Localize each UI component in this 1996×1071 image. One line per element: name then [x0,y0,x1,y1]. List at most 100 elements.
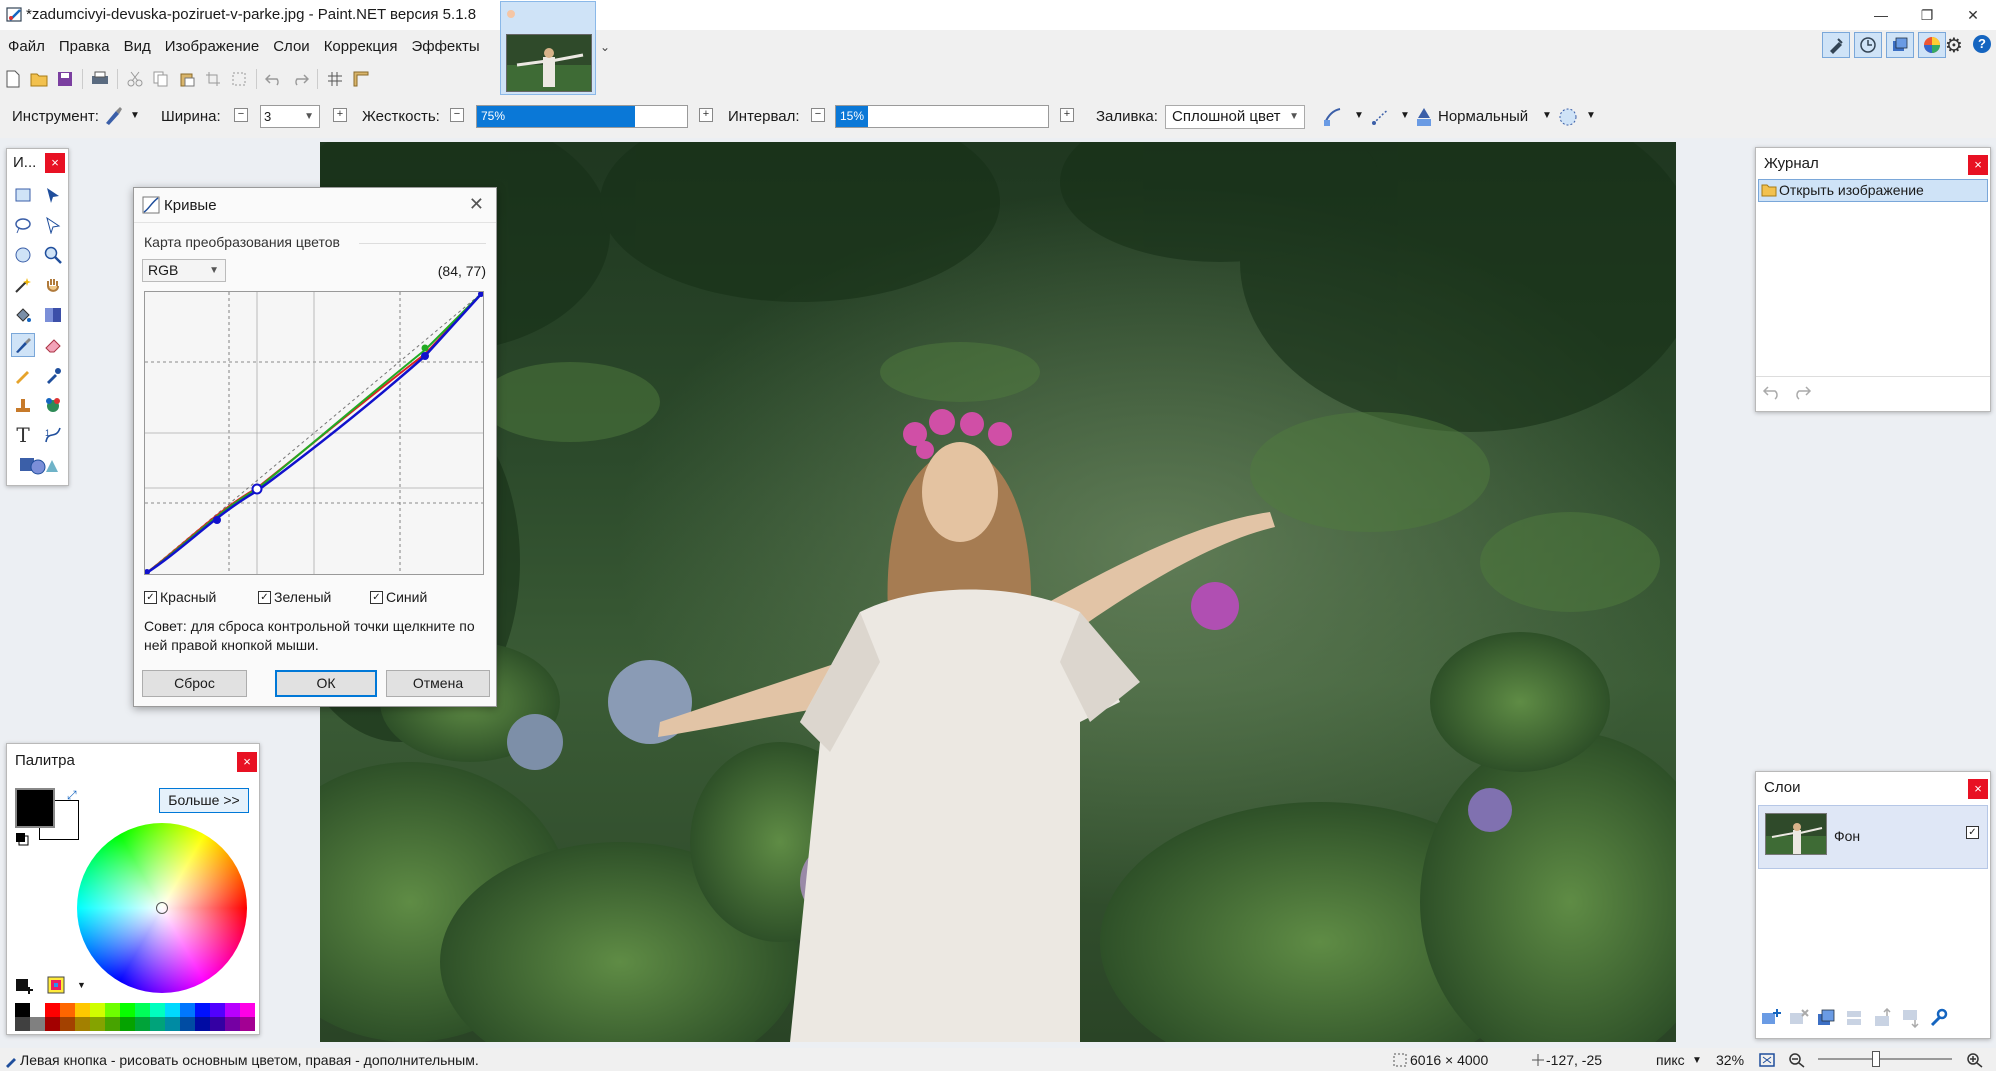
menu-edit[interactable]: Правка [52,32,117,62]
more-colors-button[interactable]: Больше >> [159,788,249,813]
tool-chevron-down-icon[interactable]: ▼ [130,110,140,121]
history-toggle-button[interactable] [1854,32,1882,58]
width-input[interactable]: 3 ▼ [260,105,320,128]
rectangle-select-icon[interactable] [11,183,35,207]
palette-swatch[interactable] [180,1017,195,1031]
control-point-selected[interactable] [251,483,263,495]
antialias-icon[interactable] [1322,106,1344,132]
palette-swatch[interactable] [135,1017,150,1031]
menu-effects[interactable]: Эффекты [404,32,486,62]
line-curve-icon[interactable]: 1 [41,423,65,447]
control-point[interactable] [213,516,221,524]
palette-swatch[interactable] [75,1003,90,1017]
lasso-select-icon[interactable] [11,213,35,237]
eraser-icon[interactable] [41,333,65,357]
palette-swatch[interactable] [15,1003,30,1017]
palette-swatch[interactable] [165,1017,180,1031]
palette-swatch[interactable] [210,1017,225,1031]
cut-icon[interactable] [122,67,148,91]
shapes-icon[interactable] [11,453,65,477]
move-selected-pixels-icon[interactable] [41,183,65,207]
zoom-out-icon[interactable] [1788,1052,1806,1071]
color-picker-icon[interactable] [41,363,65,387]
menu-file[interactable]: Файл [0,32,52,62]
pencil-icon[interactable] [11,363,35,387]
undo-icon[interactable] [261,67,287,91]
palette-swatch[interactable] [225,1003,240,1017]
blue-checkbox[interactable]: ✓ Синий [370,589,427,605]
antialias-chevron-down-icon[interactable]: ▼ [1354,110,1364,121]
menu-view[interactable]: Вид [117,32,158,62]
ok-button[interactable]: ОК [275,670,377,697]
interval-increase-button[interactable]: + [1060,108,1074,122]
tools-toggle-button[interactable] [1822,32,1850,58]
palette-swatch[interactable] [120,1017,135,1031]
layer-row[interactable]: Фон ✓ [1758,805,1988,869]
add-layer-icon[interactable] [1760,1008,1782,1032]
width-increase-button[interactable]: + [333,108,347,122]
control-point[interactable] [421,344,429,352]
palette-swatch[interactable] [210,1003,225,1017]
palette-swatch[interactable] [240,1003,255,1017]
menu-layers[interactable]: Слои [266,32,316,62]
gradient-icon[interactable] [41,303,65,327]
history-item[interactable]: Открыть изображение [1758,179,1988,202]
blend-mode-icon[interactable] [1414,106,1434,132]
copy-icon[interactable] [148,67,174,91]
paintbrush-tool-icon[interactable] [102,105,124,131]
layers-toggle-button[interactable] [1886,32,1914,58]
move-layer-up-icon[interactable] [1872,1007,1894,1032]
grid-icon[interactable] [322,67,348,91]
curves-close-icon[interactable]: ✕ [469,194,484,215]
reset-button[interactable]: Сброс [142,670,247,697]
palette-swatch[interactable] [195,1003,210,1017]
rulers-icon[interactable] [348,67,374,91]
save-icon[interactable] [52,67,78,91]
palette-swatch[interactable] [135,1003,150,1017]
selection-clip-icon[interactable] [1558,107,1578,131]
paintbrush-icon[interactable] [11,333,35,357]
control-point[interactable] [421,352,429,360]
tab-list-chevron-icon[interactable]: ⌄ [600,40,610,54]
hardness-decrease-button[interactable]: − [450,108,464,122]
palette-swatch[interactable] [150,1017,165,1031]
zoom-slider-thumb[interactable] [1872,1051,1880,1067]
close-window-button[interactable]: ✕ [1950,0,1996,30]
zoom-level[interactable]: 32% [1716,1052,1744,1068]
zoom-slider-track[interactable] [1818,1058,1952,1060]
palette-swatches[interactable] [15,1003,255,1031]
alpha-blending-icon[interactable] [1370,106,1392,132]
palette-chevron-down-icon[interactable]: ▼ [77,980,86,990]
add-color-icon[interactable] [15,977,35,999]
restore-button[interactable]: ❐ [1904,0,1950,30]
layer-properties-icon[interactable] [1928,1008,1950,1032]
duplicate-layer-icon[interactable] [1816,1008,1838,1032]
alpha-chevron-down-icon[interactable]: ▼ [1400,110,1410,121]
image-tab[interactable] [500,1,596,95]
palette-swatch[interactable] [165,1003,180,1017]
canvas-image[interactable] [320,142,1676,1042]
new-file-icon[interactable] [0,67,26,91]
layers-close-button[interactable]: × [1968,779,1988,799]
colors-toggle-button[interactable] [1918,32,1946,58]
zoom-in-icon[interactable] [1966,1052,1984,1071]
color-wheel-cursor[interactable] [156,902,168,914]
curves-channel-dropdown[interactable]: RGB ▼ [142,259,226,282]
hardness-increase-button[interactable]: + [699,108,713,122]
history-close-button[interactable]: × [1968,155,1988,175]
palette-swatch[interactable] [45,1017,60,1031]
move-layer-down-icon[interactable] [1900,1008,1922,1032]
merge-layer-down-icon[interactable] [1844,1008,1866,1032]
palette-swatch[interactable] [75,1017,90,1031]
minimize-button[interactable]: — [1858,0,1904,30]
print-icon[interactable] [87,67,113,91]
fill-mode-dropdown[interactable]: Сплошной цвет ▼ [1165,105,1305,129]
zoom-icon[interactable] [41,243,65,267]
interval-slider[interactable]: 15% [835,105,1049,128]
palette-swatch[interactable] [105,1003,120,1017]
palette-menu-icon[interactable] [47,976,67,998]
palette-swatch[interactable] [180,1003,195,1017]
reset-colors-icon[interactable] [15,832,29,846]
palette-swatch[interactable] [195,1017,210,1031]
palette-swatch[interactable] [120,1003,135,1017]
